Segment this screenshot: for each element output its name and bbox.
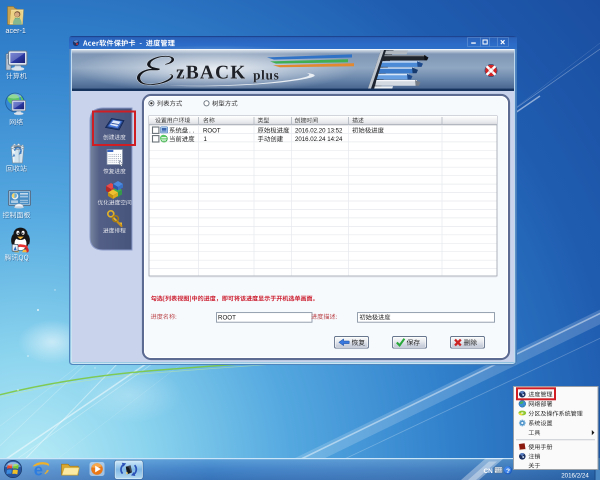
svg-text:2016.02.20 13:52: 2016.02.20 13:52 xyxy=(295,127,343,134)
svg-text:acer-1: acer-1 xyxy=(6,26,26,35)
svg-text:ROOT: ROOT xyxy=(218,315,236,322)
svg-text:ROOT: ROOT xyxy=(203,127,221,134)
svg-text:?: ? xyxy=(506,468,510,475)
svg-text:CN: CN xyxy=(484,468,494,475)
svg-text:2016/2/24: 2016/2/24 xyxy=(561,473,589,480)
svg-text:. .: . . xyxy=(189,127,194,134)
svg-text:2016.02.24 14:24: 2016.02.24 14:24 xyxy=(295,136,343,143)
